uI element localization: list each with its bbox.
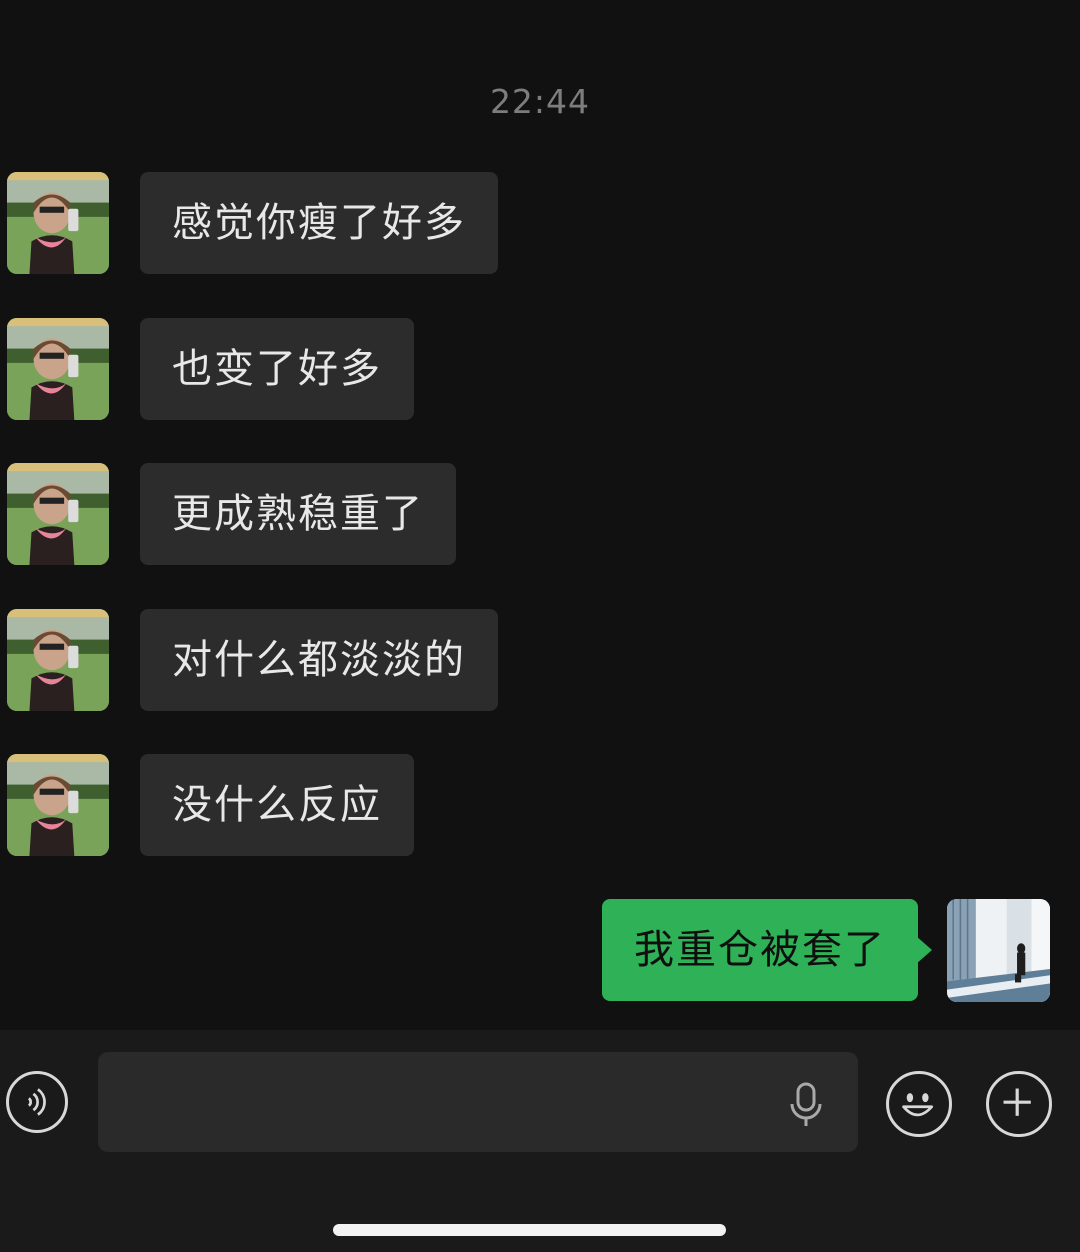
emoji-button[interactable] [886,1071,952,1137]
contact-avatar-image [7,609,109,711]
voice-button[interactable] [6,1071,68,1133]
input-toolbar [0,1030,1080,1252]
voice-icon [27,1088,46,1116]
chat-timestamp: 22:44 [489,82,591,121]
contact-avatar-image [7,463,109,565]
message-bubble[interactable]: 没什么反应 [140,754,414,856]
message-bubble[interactable]: 对什么都淡淡的 [140,609,498,711]
self-avatar-image [947,899,1050,1002]
contact-avatar[interactable] [7,318,109,420]
contact-avatar-image [7,754,109,856]
more-button[interactable] [986,1071,1052,1137]
contact-avatar[interactable] [7,754,109,856]
emoji-icon [902,1093,934,1117]
contact-avatar[interactable] [7,609,109,711]
microphone-icon[interactable] [788,1082,824,1128]
contact-avatar[interactable] [7,172,109,274]
message-bubble[interactable]: 更成熟稳重了 [140,463,456,565]
self-avatar[interactable] [947,899,1050,1002]
contact-avatar[interactable] [7,463,109,565]
contact-avatar-image [7,172,109,274]
self-message-bubble[interactable]: 我重仓被套了 [602,899,932,1001]
message-input[interactable] [98,1052,858,1152]
home-indicator[interactable] [333,1224,726,1236]
plus-icon [1003,1088,1031,1116]
chat-area: 22:44 感觉你瘦了好多 也变了好多 更成熟稳重了 对什么都淡淡的 没什么反应… [0,0,1080,1030]
contact-avatar-image [7,318,109,420]
message-bubble[interactable]: 也变了好多 [140,318,414,420]
message-bubble[interactable]: 感觉你瘦了好多 [140,172,498,274]
